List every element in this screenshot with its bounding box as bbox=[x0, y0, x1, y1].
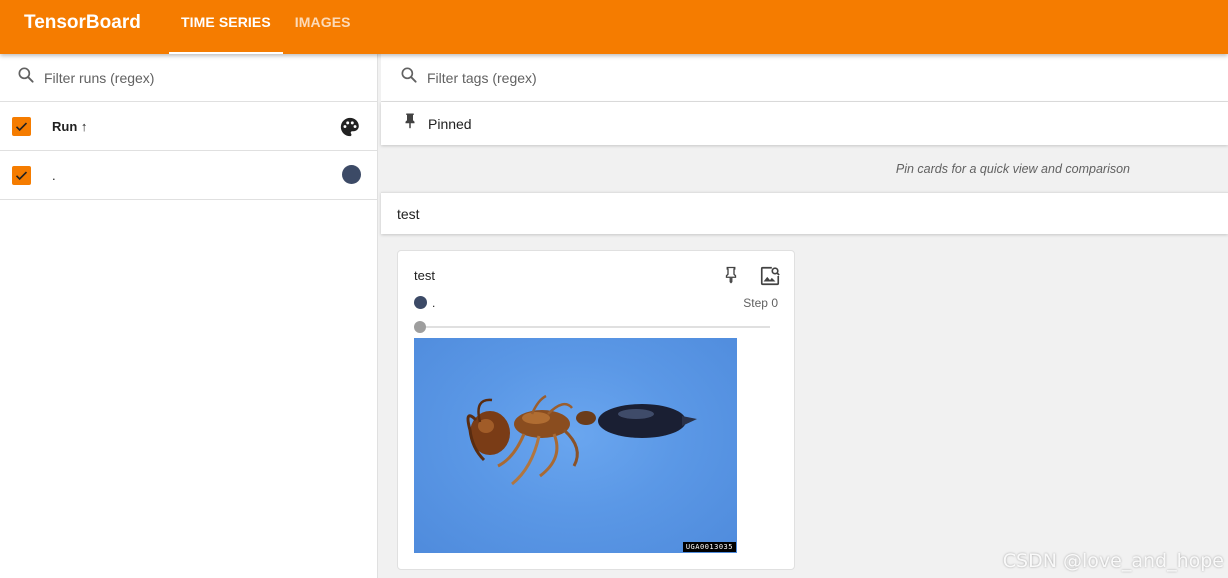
watermark: CSDN @love_and_hope bbox=[1002, 550, 1224, 572]
image-search-icon[interactable] bbox=[759, 265, 781, 292]
filter-runs[interactable]: Filter runs (regex) bbox=[0, 54, 377, 102]
pinned-label: Pinned bbox=[428, 115, 472, 132]
image-card: test . Step 0 UGA0013035 bbox=[397, 250, 795, 570]
pin-icon[interactable] bbox=[722, 265, 740, 290]
image-id-label: UGA0013035 bbox=[682, 542, 736, 552]
main-panel: Filter tags (regex) Pinned Pin cards for… bbox=[381, 54, 1228, 578]
sample-image[interactable]: UGA0013035 bbox=[414, 338, 737, 553]
runs-sidebar: Filter runs (regex) Run ↑ . bbox=[0, 54, 378, 578]
check-icon bbox=[15, 170, 28, 180]
step-slider-thumb[interactable] bbox=[414, 321, 426, 333]
runs-table-header: Run ↑ bbox=[0, 102, 377, 151]
tag-group-header[interactable]: test bbox=[381, 192, 1228, 234]
run-color-swatch[interactable] bbox=[342, 165, 361, 184]
run-name: . bbox=[52, 167, 56, 183]
run-checkbox[interactable] bbox=[12, 165, 31, 185]
filter-tags-input[interactable]: Filter tags (regex) bbox=[427, 70, 537, 86]
card-run-name: . bbox=[432, 296, 436, 310]
pinned-section-header: Pinned bbox=[381, 102, 1228, 145]
step-slider-track[interactable] bbox=[420, 326, 770, 328]
select-all-checkbox[interactable] bbox=[12, 116, 31, 136]
run-column-header[interactable]: Run ↑ bbox=[52, 119, 87, 134]
search-icon bbox=[16, 65, 36, 90]
tab-time-series[interactable]: TIME SERIES bbox=[169, 0, 283, 54]
pinned-empty-hint: Pin cards for a quick view and compariso… bbox=[895, 161, 1130, 176]
card-title: test bbox=[414, 268, 435, 283]
filter-tags[interactable]: Filter tags (regex) bbox=[381, 54, 1228, 102]
tab-images[interactable]: IMAGES bbox=[283, 0, 363, 54]
palette-icon[interactable] bbox=[339, 116, 361, 143]
pin-icon bbox=[401, 111, 419, 136]
brand-title: TensorBoard bbox=[24, 12, 141, 33]
check-icon bbox=[15, 121, 28, 131]
card-run-color bbox=[414, 296, 427, 309]
step-label: Step 0 bbox=[743, 296, 778, 310]
ant-image bbox=[466, 394, 697, 486]
top-app-bar: TensorBoard TIME SERIES IMAGES bbox=[0, 0, 1228, 54]
search-icon bbox=[399, 65, 419, 90]
run-row[interactable]: . bbox=[0, 151, 377, 200]
filter-runs-input[interactable]: Filter runs (regex) bbox=[44, 70, 154, 86]
